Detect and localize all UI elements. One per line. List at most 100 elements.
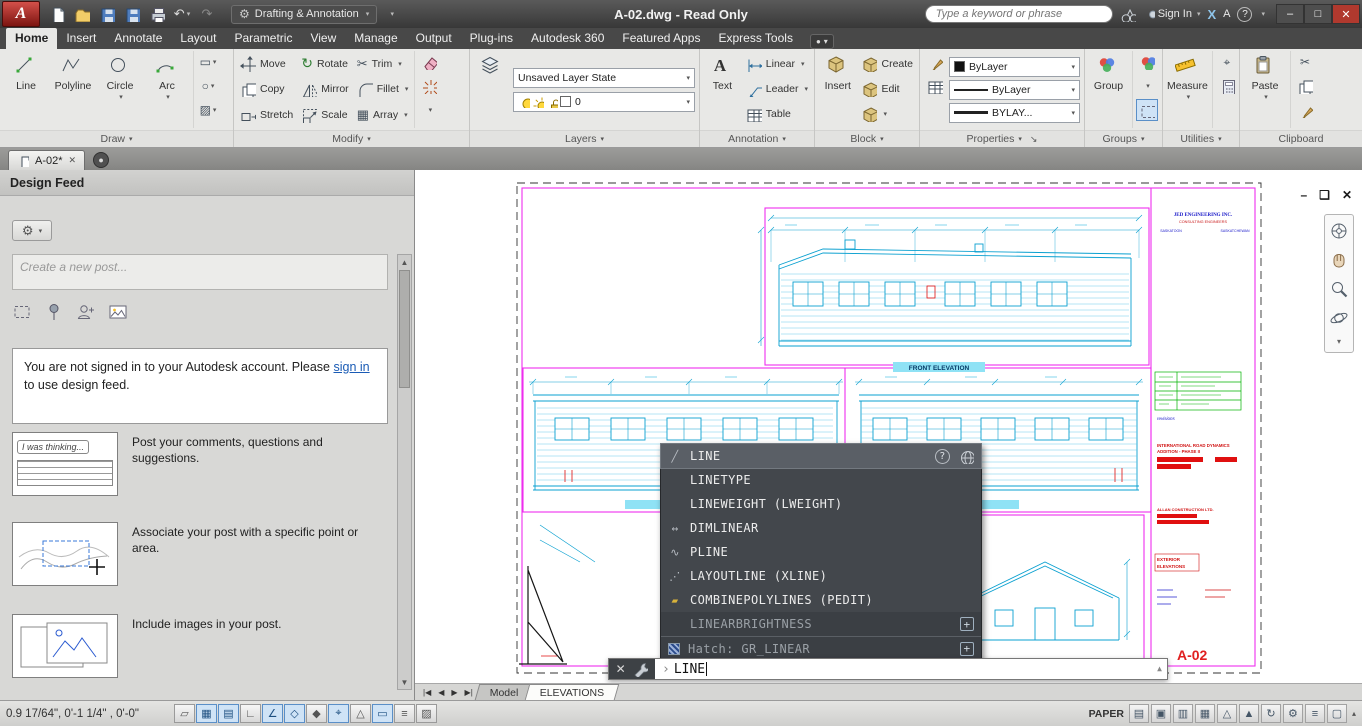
tab-manage[interactable]: Manage xyxy=(345,28,406,49)
select-area-icon[interactable] xyxy=(12,302,32,322)
annotation-visibility-button[interactable]: ▲ xyxy=(1239,704,1259,723)
circle-button[interactable]: Circle▾ xyxy=(98,51,142,128)
rotate-button[interactable]: ↻Rotate xyxy=(299,51,350,76)
layer-dropdown[interactable]: 0▾ xyxy=(513,92,695,112)
close-button[interactable]: ✕ xyxy=(1332,4,1360,24)
tab-featured-apps[interactable]: Featured Apps xyxy=(613,28,709,49)
recent-commands-icon[interactable]: ▲ xyxy=(1157,664,1162,673)
tab-annotate[interactable]: Annotate xyxy=(105,28,171,49)
panel-draw-label[interactable]: Draw▾ xyxy=(0,130,233,147)
copy-button[interactable]: Copy xyxy=(238,77,295,102)
plot-button[interactable] xyxy=(146,4,168,24)
ungroup-button[interactable] xyxy=(1136,51,1158,73)
tab-plugins[interactable]: Plug-ins xyxy=(461,28,522,49)
command-help-icon[interactable]: ? xyxy=(935,449,950,464)
pin-location-icon[interactable] xyxy=(44,302,64,322)
toggle-polar[interactable]: ∠ xyxy=(262,704,283,723)
new-drawing-button[interactable] xyxy=(46,4,68,24)
suggestion-combinepolylines[interactable]: ▰COMBINEPOLYLINES (PEDIT) xyxy=(661,588,981,612)
navbar-menu-caret[interactable]: ▾ xyxy=(1337,337,1341,346)
ribbon-display-toggle[interactable]: ●▾ xyxy=(810,34,834,49)
scrollbar-thumb[interactable] xyxy=(399,270,410,388)
group-edit-button[interactable]: ▾ xyxy=(1136,75,1158,97)
first-layout-icon[interactable]: |◀ xyxy=(420,688,434,697)
redo-button[interactable]: ↷ xyxy=(196,4,218,24)
toggle-ducs[interactable]: △ xyxy=(350,704,371,723)
open-button[interactable] xyxy=(71,4,93,24)
move-button[interactable]: Move xyxy=(238,51,295,76)
quick-access-menu-button[interactable]: ▾ xyxy=(380,4,402,24)
suggestion-line[interactable]: ╱ LINE ? xyxy=(661,444,981,468)
panel-properties-label[interactable]: Properties▾↘ xyxy=(920,130,1084,147)
file-tab-menu-button[interactable]: ● xyxy=(93,152,109,168)
ellipse-button[interactable]: ○▾ xyxy=(197,75,219,97)
toggle-3dosnap[interactable]: ◆ xyxy=(306,704,327,723)
copy-clip-button[interactable] xyxy=(1294,75,1316,97)
navigation-wheel-icon[interactable] xyxy=(1329,221,1349,241)
tab-parametric[interactable]: Parametric xyxy=(225,28,301,49)
panel-annotation-label[interactable]: Annotation▾ xyxy=(700,130,814,147)
group-button[interactable]: Group xyxy=(1089,51,1128,128)
annotation-scale-button[interactable]: △ xyxy=(1217,704,1237,723)
model-space-button[interactable]: ▤ xyxy=(1129,704,1149,723)
save-as-button[interactable] xyxy=(121,4,143,24)
id-point-button[interactable]: ⌖ xyxy=(1216,51,1238,73)
properties-dialog-launcher[interactable]: ↘ xyxy=(1030,134,1038,145)
erase-button[interactable] xyxy=(418,51,440,73)
fillet-button[interactable]: Fillet▾ xyxy=(355,77,411,102)
layer-properties-button[interactable] xyxy=(474,51,510,128)
space-indicator[interactable]: PAPER xyxy=(1089,708,1124,720)
rectangle-button[interactable]: ▭▾ xyxy=(197,51,219,73)
workspace-dropdown[interactable]: ⚙ Drafting & Annotation ▾ xyxy=(231,5,377,24)
status-menu-caret[interactable]: ▴ xyxy=(1352,709,1356,718)
hatch-button[interactable]: ▨▾ xyxy=(197,99,219,121)
orbit-icon[interactable] xyxy=(1329,308,1349,328)
cut-button[interactable]: ✂ xyxy=(1294,51,1316,73)
drawing-tab-a02[interactable]: A-02* ✕ xyxy=(8,150,85,170)
suggestion-hatch-gr-linear[interactable]: Hatch: GR_LINEAR+ xyxy=(661,636,981,660)
toggle-snap[interactable]: ▦ xyxy=(196,704,217,723)
command-input[interactable]: › LINE ▲ xyxy=(655,659,1167,679)
help-menu-caret[interactable]: ▾ xyxy=(1261,10,1265,18)
object-color-dropdown[interactable]: ByLayer▾ xyxy=(949,57,1080,77)
close-tab-icon[interactable]: ✕ xyxy=(69,155,77,166)
dimension-linear-button[interactable]: Linear▾ xyxy=(744,51,810,76)
linetype-dropdown[interactable]: ByLayer▾ xyxy=(949,80,1080,100)
array-button[interactable]: ▦Array▾ xyxy=(355,102,411,127)
search-input[interactable] xyxy=(934,7,1104,21)
toggle-grid[interactable]: ▤ xyxy=(218,704,239,723)
properties-list-button[interactable] xyxy=(924,75,946,97)
drawing-canvas[interactable]: FRONT ELEVATION JED ENGINEERING INC. CON… xyxy=(415,170,1362,683)
infocenter-search[interactable] xyxy=(925,5,1113,23)
annotation-autoscale-button[interactable]: ↻ xyxy=(1261,704,1281,723)
quick-view-layouts-button[interactable]: ▥ xyxy=(1173,704,1193,723)
toggle-lwt[interactable]: ≡ xyxy=(394,704,415,723)
line-button[interactable]: Line xyxy=(4,51,48,128)
scale-button[interactable]: Scale xyxy=(299,102,350,127)
toggle-dyn[interactable]: ▭ xyxy=(372,704,393,723)
minimize-drawing-icon[interactable]: – xyxy=(1300,188,1307,202)
minimize-button[interactable]: – xyxy=(1276,4,1304,24)
toggle-osnap[interactable]: ◇ xyxy=(284,704,305,723)
panel-layers-label[interactable]: Layers▾ xyxy=(470,130,699,147)
attach-image-icon[interactable] xyxy=(108,302,128,322)
save-button[interactable] xyxy=(96,4,118,24)
modify-more-button[interactable]: ▾ xyxy=(418,99,440,121)
leader-button[interactable]: Leader▾ xyxy=(744,76,810,101)
paste-special-button[interactable] xyxy=(1294,99,1316,121)
expand-plus-icon[interactable]: + xyxy=(960,642,974,656)
application-menu-button[interactable]: A xyxy=(2,1,40,27)
workspace-switching-button[interactable]: ⚙ xyxy=(1283,704,1303,723)
next-layout-icon[interactable]: ▶ xyxy=(448,688,460,697)
arc-button[interactable]: Arc▾ xyxy=(145,51,189,128)
help-icon[interactable]: ? xyxy=(1237,7,1252,22)
edit-block-button[interactable]: Edit xyxy=(859,76,915,101)
internet-search-icon[interactable] xyxy=(958,448,974,464)
panel-modify-label[interactable]: Modify▾ xyxy=(234,130,469,147)
panel-groups-label[interactable]: Groups▾ xyxy=(1085,130,1162,147)
trim-button[interactable]: ✂Trim▾ xyxy=(355,51,411,76)
suggestion-pline[interactable]: ∿PLINE xyxy=(661,540,981,564)
undo-button[interactable]: ↶▾ xyxy=(171,4,193,24)
block-attributes-button[interactable]: ▾ xyxy=(859,101,915,126)
mirror-button[interactable]: Mirror xyxy=(299,77,350,102)
